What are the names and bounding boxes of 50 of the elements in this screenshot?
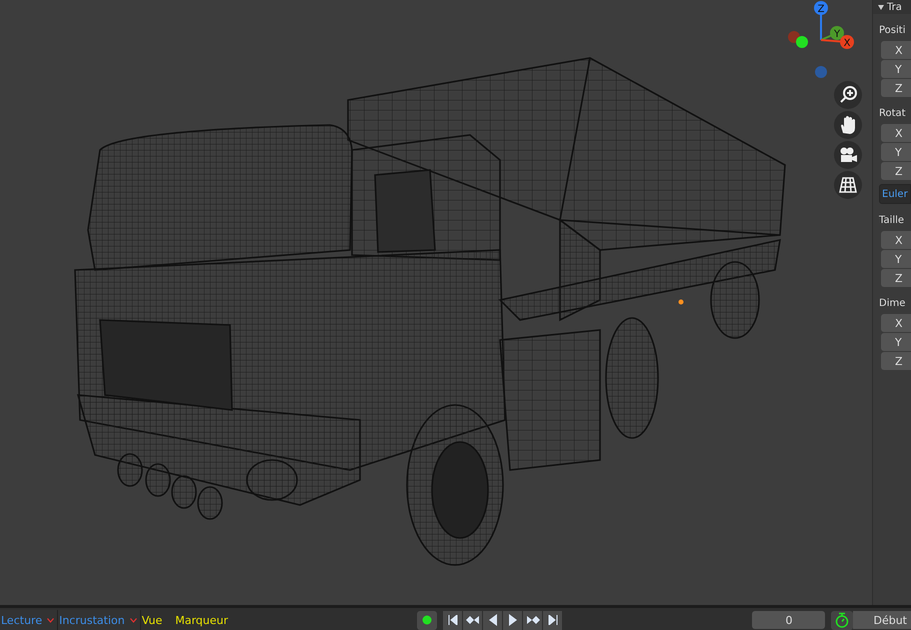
group-label: Dime <box>878 297 906 311</box>
record-dot-icon <box>422 615 432 625</box>
dropdown-menu[interactable]: Incrustation <box>58 610 141 630</box>
caret-icon <box>47 618 54 622</box>
hand-icon[interactable] <box>834 111 862 139</box>
value-field[interactable]: Z <box>881 162 911 180</box>
play-button[interactable] <box>503 610 522 630</box>
next-keyframe-button[interactable] <box>523 610 542 630</box>
positive-axis-dot-icon[interactable] <box>796 36 808 48</box>
camera-icon[interactable] <box>834 141 862 169</box>
record-button[interactable] <box>417 610 438 630</box>
dropdown-menu[interactable]: Lecture <box>0 610 58 630</box>
menu-item[interactable]: Marqueur <box>174 610 232 630</box>
skip-start-icon <box>448 615 458 625</box>
x-axis-handle[interactable]: X <box>820 35 854 49</box>
negative-axis-dot-icon[interactable] <box>815 66 827 78</box>
mode-dropdown[interactable]: Euler <box>879 184 911 204</box>
value-field[interactable]: X <box>881 231 911 249</box>
value-field[interactable]: Y <box>881 143 911 161</box>
value-field[interactable]: Y <box>881 60 911 78</box>
group-label: Taille <box>878 214 906 228</box>
caret-icon <box>130 618 137 622</box>
value-field[interactable]: Z <box>881 269 911 287</box>
previous-keyframe-button[interactable] <box>463 610 482 630</box>
origin-point-icon <box>678 300 684 304</box>
skip-end-icon <box>548 615 558 625</box>
collapse-arrow-icon[interactable] <box>878 4 884 10</box>
play-reverse-icon <box>488 614 498 626</box>
value-field[interactable]: Y <box>881 250 911 268</box>
z-axis-handle[interactable]: Z <box>814 1 828 40</box>
value-field[interactable]: Z <box>881 79 911 97</box>
previous-keyframe-icon <box>466 615 480 625</box>
stopwatch-icon[interactable] <box>831 610 854 630</box>
frame-field[interactable]: 0 <box>752 611 826 629</box>
value-field[interactable]: Z <box>881 352 911 370</box>
jump-end-button[interactable] <box>543 610 562 630</box>
menu-item[interactable]: Vue <box>140 610 166 630</box>
grid-icon[interactable] <box>834 171 862 199</box>
group-label: Rotat <box>878 107 907 121</box>
value-field[interactable]: Y <box>881 333 911 351</box>
zoom-icon[interactable] <box>834 81 862 109</box>
jump-start-button[interactable] <box>443 610 462 630</box>
value-field[interactable]: X <box>881 314 911 332</box>
play-reverse-button[interactable] <box>483 610 502 630</box>
value-field[interactable]: X <box>881 41 911 59</box>
start-frame-field[interactable]: Début <box>853 611 911 629</box>
play-icon <box>508 614 518 626</box>
value-field[interactable]: X <box>881 124 911 142</box>
group-label: Positi <box>878 24 906 38</box>
next-keyframe-icon <box>526 615 540 625</box>
